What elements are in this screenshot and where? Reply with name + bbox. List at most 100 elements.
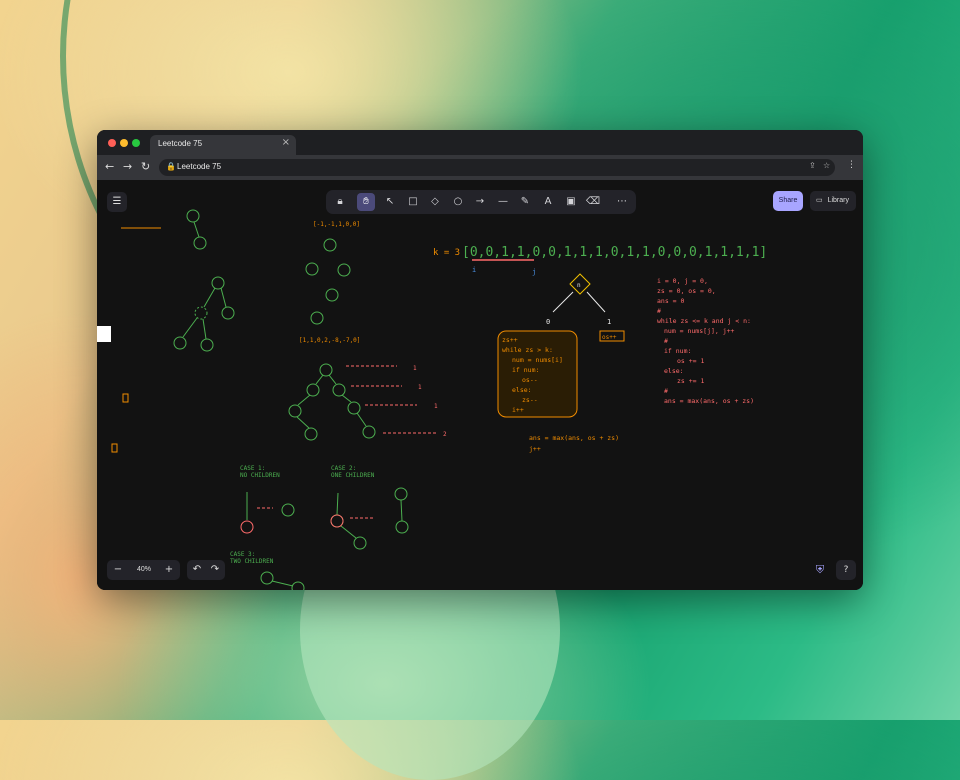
tree-node — [332, 383, 346, 397]
tree-node-red — [240, 520, 254, 534]
tree-node — [260, 571, 274, 585]
clipped-note — [97, 326, 111, 342]
svg-text:ans = max(ans, os + zs): ans = max(ans, os + zs) — [529, 434, 619, 442]
svg-text:num = nums[j], j++: num = nums[j], j++ — [664, 327, 735, 335]
zoom-in-button[interactable]: + — [160, 560, 178, 580]
bookmark-star-icon[interactable]: ☆ — [823, 161, 830, 170]
browser-tab[interactable]: Leetcode 75 × — [150, 135, 296, 155]
close-window-button[interactable] — [108, 139, 116, 147]
svg-text:2: 2 — [443, 431, 447, 438]
tree-edge — [203, 287, 216, 308]
tab-title: Leetcode 75 — [158, 139, 203, 148]
share-button[interactable]: Share — [773, 191, 803, 211]
undo-button[interactable]: ↶ — [188, 560, 206, 580]
address-input[interactable]: 🔒 Leetcode 75 ⇪ ☆ — [159, 159, 835, 176]
tree-edge — [220, 287, 227, 308]
svg-text:ONE CHILDREN: ONE CHILDREN — [331, 472, 375, 479]
tree-edge — [400, 499, 403, 522]
back-button[interactable]: ← — [105, 160, 114, 173]
help-button[interactable]: ? — [836, 560, 856, 580]
history-controls: ↶ ↷ — [187, 560, 225, 580]
hand-tool-icon[interactable]: ✋︎ — [357, 193, 375, 211]
arrow-tool-icon[interactable]: → — [471, 193, 489, 211]
svg-text:1: 1 — [418, 384, 422, 391]
ellipse-tool-icon[interactable]: ○ — [449, 193, 467, 211]
zoom-value[interactable]: 40% — [131, 560, 157, 580]
svg-text:else:: else: — [512, 386, 532, 394]
tab-bar: Leetcode 75 × — [97, 130, 863, 155]
diamond-tool-icon[interactable]: ◇ — [426, 193, 444, 211]
share-page-icon[interactable]: ⇪ — [809, 161, 816, 170]
code-right-lines: i = 0, j = 0, zs = 0, os = 0, ans = 0 # … — [657, 277, 754, 405]
svg-text:else:: else: — [664, 367, 684, 375]
svg-text:zs++: zs++ — [502, 336, 518, 344]
tree-edge — [202, 318, 207, 340]
svg-text:ans = 0: ans = 0 — [657, 297, 684, 305]
main-menu-button[interactable]: ☰ — [107, 192, 127, 212]
forward-button[interactable]: → — [123, 160, 132, 173]
tree-edge — [182, 317, 198, 338]
line-tool-icon[interactable]: — — [494, 193, 512, 211]
tree-edge — [297, 394, 311, 406]
array-text: [0,0,1,1,0,0,1,1,1,0,1,1,0,0,0,1,1,1,1] — [462, 245, 767, 260]
browser-menu-icon[interactable]: ⋮ — [847, 160, 856, 170]
branch-line — [586, 291, 606, 313]
tree-node — [325, 288, 339, 302]
shield-icon[interactable]: ⛨ — [813, 563, 827, 577]
level-labels: 1 1 1 2 — [413, 365, 447, 438]
maximize-window-button[interactable] — [132, 139, 140, 147]
svg-text:#: # — [664, 387, 668, 395]
redo-button[interactable]: ↷ — [206, 560, 224, 580]
svg-text:ans = max(ans, os + zs): ans = max(ans, os + zs) — [664, 397, 754, 405]
close-tab-icon[interactable]: × — [282, 137, 290, 148]
svg-text:1: 1 — [413, 365, 417, 372]
svg-text:CASE 3:: CASE 3: — [230, 551, 255, 558]
tree-node — [304, 427, 318, 441]
tree-edge — [193, 221, 200, 238]
draw-tool-icon[interactable]: ✎ — [516, 193, 534, 211]
tree-node — [211, 276, 225, 290]
tree-node-red — [330, 514, 344, 528]
array-label-1: [-1,-1,1,0,0] — [313, 221, 360, 228]
tree-edge — [315, 374, 324, 385]
zoom-controls: − 40% + — [107, 560, 180, 580]
tree-node — [194, 306, 208, 320]
tree-node — [337, 263, 351, 277]
small-box — [122, 393, 129, 403]
rectangle-tool-icon[interactable]: □ — [404, 193, 422, 211]
selection-tool-icon[interactable]: ↖ — [381, 193, 399, 211]
tree-node — [394, 487, 408, 501]
svg-text:zs += 1: zs += 1 — [677, 377, 704, 385]
tree-node — [319, 363, 333, 377]
tree-node — [347, 401, 361, 415]
address-text: Leetcode 75 — [177, 162, 222, 171]
whiteboard-canvas[interactable]: k = 3 [0,0,1,1,0,0,1,1,1,0,1,1,0,0,0,1,1… — [97, 180, 863, 590]
text-tool-icon[interactable]: A — [539, 193, 557, 211]
reload-button[interactable]: ↻ — [141, 160, 150, 173]
minimize-window-button[interactable] — [120, 139, 128, 147]
tree-node — [193, 236, 207, 250]
branch-line — [552, 291, 574, 313]
zoom-out-button[interactable]: − — [109, 560, 127, 580]
library-button[interactable]: ▭ Library — [810, 191, 856, 211]
more-tools-icon[interactable]: ⋯ — [613, 193, 631, 211]
tree-edge — [340, 525, 357, 539]
svg-text:CASE 1:: CASE 1: — [240, 465, 265, 472]
svg-text:j++: j++ — [529, 445, 541, 453]
svg-text:zs--: zs-- — [522, 396, 538, 404]
tree-node — [281, 503, 295, 517]
tree-node — [173, 336, 187, 350]
pointer-i: i — [472, 266, 476, 274]
tree-node — [306, 383, 320, 397]
svg-text:if num:: if num: — [512, 366, 539, 374]
array-label-2: [1,1,0,2,-8,-7,0] — [299, 337, 360, 344]
lock-tool-icon[interactable]: 🔒︎ — [331, 193, 349, 211]
eraser-tool-icon[interactable]: ⌫ — [584, 193, 602, 211]
book-icon: ▭ — [816, 197, 823, 204]
svg-text:os += 1: os += 1 — [677, 357, 704, 365]
image-tool-icon[interactable]: ▣ — [562, 193, 580, 211]
tree-node — [221, 306, 235, 320]
svg-text:while zs <= k and j < n:: while zs <= k and j < n: — [657, 317, 751, 325]
svg-text:i++: i++ — [512, 406, 524, 414]
diamond-label: n — [577, 282, 581, 289]
